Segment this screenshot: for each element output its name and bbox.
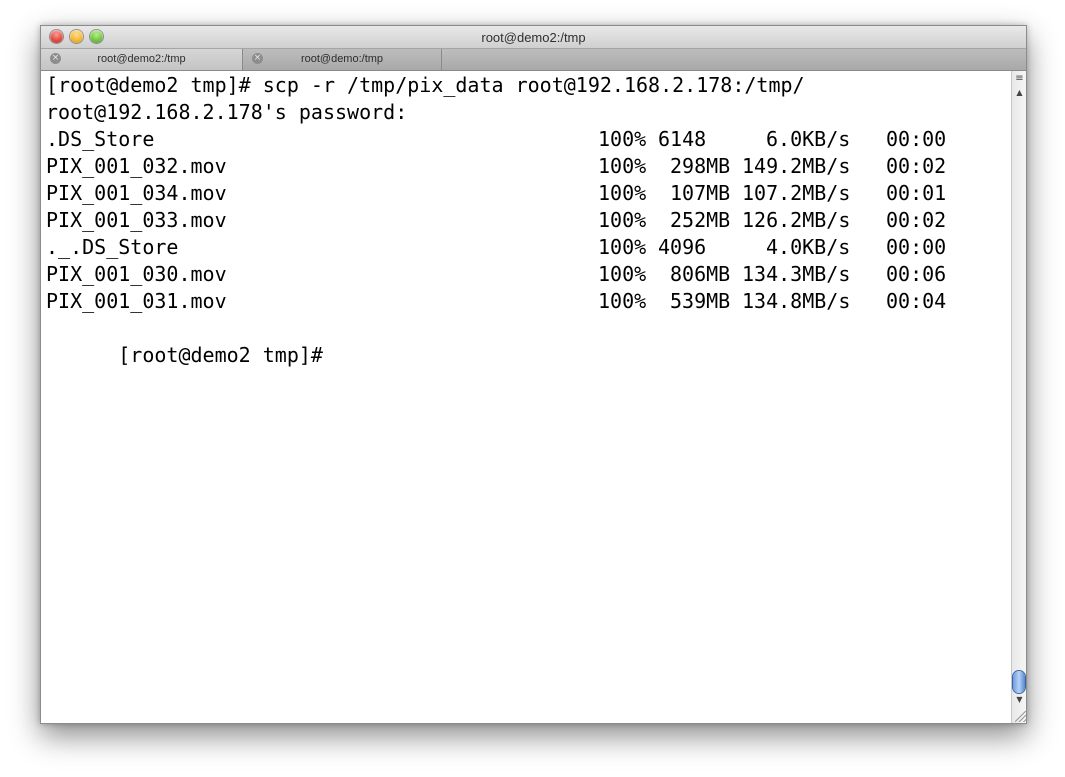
transfer-rate: 126.2MB/s bbox=[742, 208, 851, 232]
transfer-percent: 100% bbox=[598, 154, 647, 178]
transfer-filename: ._.DS_Store bbox=[46, 235, 179, 259]
transfer-percent: 100% bbox=[598, 289, 647, 313]
transfer-row: PIX_001_031.mov 100% 539MB 134.8MB/s 00:… bbox=[46, 288, 946, 315]
scrollbar-menu-icon[interactable]: ≡ bbox=[1014, 74, 1025, 84]
transfer-percent: 100% bbox=[598, 127, 647, 151]
transfer-rate: 107.2MB/s bbox=[742, 181, 851, 205]
transfer-size: 6148 bbox=[658, 127, 707, 151]
transfer-size: 298MB bbox=[670, 154, 731, 178]
password-prompt: root@192.168.2.178's password: bbox=[46, 100, 408, 124]
transfer-rate: 6.0KB/s bbox=[766, 127, 851, 151]
transfer-row: PIX_001_030.mov 100% 806MB 134.3MB/s 00:… bbox=[46, 261, 946, 288]
transfer-time: 00:01 bbox=[886, 181, 947, 205]
terminal-window: root@demo2:/tmp × root@demo2:/tmp × root… bbox=[40, 25, 1027, 724]
transfer-filename: PIX_001_033.mov bbox=[46, 208, 227, 232]
command-line: [root@demo2 tmp]# scp -r /tmp/pix_data r… bbox=[46, 73, 805, 97]
title-bar[interactable]: root@demo2:/tmp bbox=[41, 26, 1026, 49]
window-title: root@demo2:/tmp bbox=[481, 30, 586, 45]
shell-prompt-line[interactable]: [root@demo2 tmp]# bbox=[46, 315, 346, 367]
transfer-rate: 4.0KB/s bbox=[766, 235, 851, 259]
arrow-down-icon[interactable]: ▼ bbox=[1014, 695, 1025, 705]
vertical-scrollbar[interactable]: ≡ ▲ ▼ bbox=[1011, 71, 1026, 723]
transfer-time: 00:02 bbox=[886, 154, 947, 178]
transfer-rate: 134.3MB/s bbox=[742, 262, 851, 286]
scroll-thumb[interactable] bbox=[1013, 671, 1025, 693]
transfer-size: 4096 bbox=[658, 235, 707, 259]
transfer-percent: 100% bbox=[598, 235, 647, 259]
transfer-row: .DS_Store 100% 6148 6.0KB/s 00:00 bbox=[46, 126, 946, 153]
resize-grip-icon[interactable] bbox=[1015, 711, 1026, 722]
transfer-row: PIX_001_034.mov 100% 107MB 107.2MB/s 00:… bbox=[46, 180, 946, 207]
transfer-row: PIX_001_032.mov 100% 298MB 149.2MB/s 00:… bbox=[46, 153, 946, 180]
transfer-filename: PIX_001_032.mov bbox=[46, 154, 227, 178]
transfer-percent: 100% bbox=[598, 262, 647, 286]
transfer-percent: 100% bbox=[598, 181, 647, 205]
transfer-size: 806MB bbox=[670, 262, 731, 286]
transfer-time: 00:00 bbox=[886, 235, 947, 259]
text-cursor bbox=[335, 344, 346, 365]
tab-bar: × root@demo2:/tmp × root@demo:/tmp bbox=[41, 49, 1026, 71]
transfer-percent: 100% bbox=[598, 208, 647, 232]
transfer-size: 539MB bbox=[670, 289, 731, 313]
transfer-size: 107MB bbox=[670, 181, 731, 205]
transfer-time: 00:04 bbox=[886, 289, 947, 313]
transfer-rate: 149.2MB/s bbox=[742, 154, 851, 178]
transfer-size: 252MB bbox=[670, 208, 731, 232]
transfer-time: 00:02 bbox=[886, 208, 947, 232]
transfer-filename: PIX_001_030.mov bbox=[46, 262, 227, 286]
transfer-filename: PIX_001_034.mov bbox=[46, 181, 227, 205]
tab-demo[interactable]: × root@demo:/tmp bbox=[243, 49, 442, 70]
tab-demo2[interactable]: × root@demo2:/tmp bbox=[41, 49, 243, 70]
transfer-row: ._.DS_Store 100% 4096 4.0KB/s 00:00 bbox=[46, 234, 946, 261]
tab-label: root@demo:/tmp bbox=[300, 53, 384, 65]
transfer-time: 00:00 bbox=[886, 127, 947, 151]
transfer-time: 00:06 bbox=[886, 262, 947, 286]
terminal-output[interactable]: [root@demo2 tmp]# scp -r /tmp/pix_data r… bbox=[41, 71, 1011, 723]
arrow-up-icon[interactable]: ▲ bbox=[1014, 88, 1025, 98]
transfer-filename: .DS_Store bbox=[46, 127, 155, 151]
shell-prompt: [root@demo2 tmp]# bbox=[118, 343, 335, 367]
transfer-filename: PIX_001_031.mov bbox=[46, 289, 227, 313]
transfer-row: PIX_001_033.mov 100% 252MB 126.2MB/s 00:… bbox=[46, 207, 946, 234]
tab-label: root@demo2:/tmp bbox=[97, 53, 186, 65]
transfer-rate: 134.8MB/s bbox=[742, 289, 851, 313]
